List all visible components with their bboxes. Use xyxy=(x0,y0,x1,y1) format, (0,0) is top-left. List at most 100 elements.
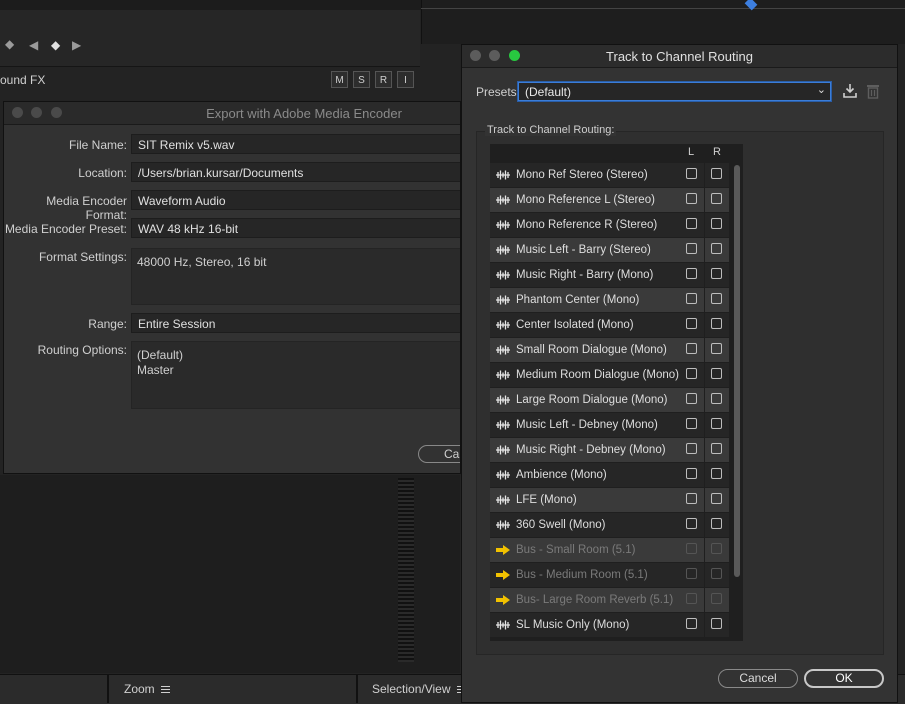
right-channel-cell xyxy=(705,613,729,637)
right-channel-cell xyxy=(705,413,729,437)
solo-button[interactable]: S xyxy=(353,71,370,88)
routing-row: Music Left - Debney (Mono) xyxy=(490,413,743,438)
left-channel-cell xyxy=(680,488,704,512)
left-channel-cell xyxy=(680,188,704,212)
left-channel-checkbox[interactable] xyxy=(686,518,697,529)
left-channel-checkbox[interactable] xyxy=(686,318,697,329)
mute-button[interactable]: M xyxy=(331,71,348,88)
range-select[interactable]: Entire Session xyxy=(131,313,460,333)
export-dialog-title: Export with Adobe Media Encoder xyxy=(206,106,402,121)
previous-keyframe-icon[interactable]: ◀ xyxy=(29,38,38,52)
left-channel-checkbox[interactable] xyxy=(686,468,697,479)
left-channel-checkbox[interactable] xyxy=(686,493,697,504)
input-monitor-button[interactable]: I xyxy=(397,71,414,88)
format-select[interactable]: Waveform Audio xyxy=(131,190,460,210)
zoom-panel-tab[interactable]: Zoom xyxy=(124,682,170,696)
right-channel-cell xyxy=(705,463,729,487)
routing-grid-header: L R xyxy=(490,144,743,163)
routing-row: Large Room Dialogue (Mono) xyxy=(490,388,743,413)
right-channel-checkbox[interactable] xyxy=(711,268,722,279)
track-name-cell: Music Left - Barry (Stereo) xyxy=(490,238,680,262)
save-preset-icon[interactable] xyxy=(842,83,858,99)
right-channel-checkbox[interactable] xyxy=(711,443,722,454)
waveform-icon xyxy=(496,420,510,430)
routing-scrollbar[interactable] xyxy=(734,165,740,577)
right-channel-cell xyxy=(705,563,729,587)
left-channel-checkbox[interactable] xyxy=(686,618,697,629)
routing-row: Medium Room Dialogue (Mono) xyxy=(490,363,743,388)
right-channel-cell xyxy=(705,363,729,387)
routing-options-display[interactable]: (Default) Master xyxy=(131,341,460,409)
right-channel-checkbox[interactable] xyxy=(711,243,722,254)
track-name-cell: Music Right - Barry (Mono) xyxy=(490,263,680,287)
track-name-cell: SL Music Only (Mono) xyxy=(490,613,680,637)
file-name-field[interactable]: SIT Remix v5.wav xyxy=(131,134,460,154)
track-header-panel: ◆ ◀ ◆ ▶ xyxy=(0,10,420,67)
next-keyframe-icon[interactable]: ▶ xyxy=(72,38,81,52)
right-channel-checkbox[interactable] xyxy=(711,618,722,629)
left-channel-checkbox[interactable] xyxy=(686,393,697,404)
left-channel-checkbox[interactable] xyxy=(686,218,697,229)
track-name-cell: Mono Reference L (Stereo) xyxy=(490,188,680,212)
panel-menu-icon[interactable] xyxy=(160,684,170,695)
left-channel-checkbox[interactable] xyxy=(686,243,697,254)
left-channel-checkbox[interactable] xyxy=(686,368,697,379)
right-channel-checkbox[interactable] xyxy=(711,168,722,179)
ok-button[interactable]: OK xyxy=(804,669,884,688)
left-channel-checkbox[interactable] xyxy=(686,343,697,354)
format-settings-label: Format Settings: xyxy=(38,250,127,264)
bus-arrow-icon xyxy=(496,595,510,605)
left-channel-cell xyxy=(680,313,704,337)
routing-row: Music Right - Barry (Mono) xyxy=(490,263,743,288)
right-channel-checkbox[interactable] xyxy=(711,518,722,529)
right-channel-checkbox[interactable] xyxy=(711,218,722,229)
preset-select[interactable]: WAV 48 kHz 16-bit xyxy=(131,218,460,238)
right-channel-checkbox[interactable] xyxy=(711,493,722,504)
presets-select[interactable]: (Default) ⌄ xyxy=(518,82,831,101)
left-channel-checkbox[interactable] xyxy=(686,293,697,304)
format-settings-display: 48000 Hz, Stereo, 16 bit xyxy=(131,248,460,305)
bus-arrow-icon xyxy=(496,570,510,580)
right-channel-cell xyxy=(705,538,729,562)
routing-grid: L R Mono Ref Stereo (Stereo) Mono Referen… xyxy=(490,144,743,641)
keyframe-icon[interactable]: ◆ xyxy=(51,38,60,52)
right-channel-cell xyxy=(705,438,729,462)
left-channel-cell xyxy=(680,363,704,387)
right-channel-cell xyxy=(705,163,729,187)
trash-icon[interactable] xyxy=(866,83,880,99)
right-channel-checkbox[interactable] xyxy=(711,293,722,304)
right-channel-cell xyxy=(705,188,729,212)
left-channel-checkbox xyxy=(686,543,697,554)
right-channel-checkbox[interactable] xyxy=(711,418,722,429)
panel-divider xyxy=(107,674,109,703)
track-name: ound FX xyxy=(0,73,46,87)
left-channel-checkbox[interactable] xyxy=(686,168,697,179)
routing-row: Music Right - Debney (Mono) xyxy=(490,438,743,463)
right-channel-checkbox[interactable] xyxy=(711,318,722,329)
eraser-icon[interactable]: ◆ xyxy=(5,37,14,51)
left-channel-checkbox[interactable] xyxy=(686,418,697,429)
presets-value: (Default) xyxy=(525,85,572,99)
routing-row: 360 Swell (Mono) xyxy=(490,513,743,538)
selection-view-panel-tab[interactable]: Selection/View xyxy=(372,682,466,696)
location-field[interactable]: /Users/brian.kursar/Documents xyxy=(131,162,460,182)
zoom-label: Zoom xyxy=(124,682,155,696)
track-name-cell: Phantom Center (Mono) xyxy=(490,288,680,312)
left-channel-checkbox[interactable] xyxy=(686,443,697,454)
left-channel-checkbox[interactable] xyxy=(686,268,697,279)
record-arm-button[interactable]: R xyxy=(375,71,392,88)
left-channel-checkbox[interactable] xyxy=(686,193,697,204)
left-channel-cell xyxy=(680,338,704,362)
track-name-cell: Bus - Medium Room (5.1) xyxy=(490,563,680,587)
routing-dialog-title: Track to Channel Routing xyxy=(606,49,753,64)
right-channel-checkbox[interactable] xyxy=(711,368,722,379)
routing-row: Bus - Medium Room (5.1) xyxy=(490,563,743,588)
right-channel-checkbox[interactable] xyxy=(711,193,722,204)
right-channel-checkbox[interactable] xyxy=(711,393,722,404)
track-name-cell: Medium Room Dialogue (Mono) xyxy=(490,363,680,387)
waveform-icon xyxy=(496,395,510,405)
right-channel-checkbox[interactable] xyxy=(711,468,722,479)
right-channel-checkbox[interactable] xyxy=(711,343,722,354)
export-cancel-button[interactable]: Can xyxy=(418,445,460,463)
cancel-button[interactable]: Cancel xyxy=(718,669,798,688)
